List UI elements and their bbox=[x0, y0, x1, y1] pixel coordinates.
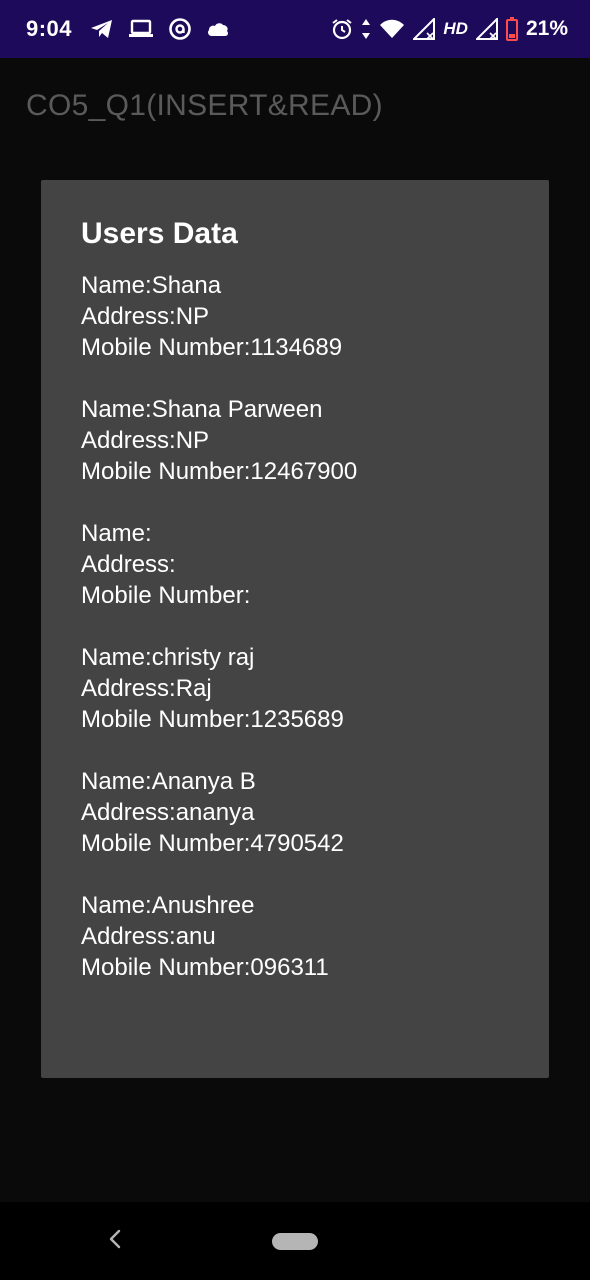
user-record: Name:Shana Address:NP Mobile Number:1134… bbox=[81, 270, 509, 363]
wifi-icon bbox=[379, 19, 405, 39]
cloud-icon bbox=[206, 20, 230, 38]
telegram-icon bbox=[90, 18, 114, 40]
record-name: Name:christy raj bbox=[81, 644, 255, 671]
chevron-left-icon bbox=[108, 1229, 122, 1254]
record-address: Address:NP bbox=[81, 427, 210, 454]
user-record: Name: Address: Mobile Number: bbox=[81, 518, 509, 611]
record-address: Address:anu bbox=[81, 923, 216, 950]
record-mobile: Mobile Number:1134689 bbox=[81, 334, 343, 361]
record-address: Address:ananya bbox=[81, 799, 255, 826]
at-sign-icon bbox=[168, 17, 192, 41]
user-record: Name:Anushree Address:anu Mobile Number:… bbox=[81, 890, 509, 983]
status-bar: 9:04 HD 21% bbox=[0, 0, 590, 58]
card-title: Users Data bbox=[81, 217, 238, 250]
home-pill-icon[interactable] bbox=[272, 1233, 318, 1250]
alarm-icon bbox=[331, 18, 353, 40]
record-mobile: Mobile Number: bbox=[81, 582, 251, 609]
record-name: Name:Shana Parween bbox=[81, 396, 323, 423]
battery-icon bbox=[505, 17, 518, 41]
record-name: Name:Anushree bbox=[81, 892, 255, 919]
status-time: 9:04 bbox=[26, 16, 73, 41]
record-mobile: Mobile Number:1235689 bbox=[81, 706, 344, 733]
record-name: Name:Ananya B bbox=[81, 768, 256, 795]
record-name: Name:Shana bbox=[81, 272, 222, 299]
record-name: Name: bbox=[81, 520, 152, 547]
network-type-label: HD bbox=[443, 19, 468, 38]
record-mobile: Mobile Number:12467900 bbox=[81, 458, 358, 485]
data-arrows-icon bbox=[361, 18, 371, 40]
record-address: Address:Raj bbox=[81, 675, 212, 702]
signal-icon bbox=[475, 18, 498, 40]
record-mobile: Mobile Number:096311 bbox=[81, 954, 329, 981]
battery-percentage: 21% bbox=[525, 17, 568, 40]
user-record: Name:Ananya B Address:ananya Mobile Numb… bbox=[81, 766, 509, 859]
users-data-card: Users Data Name:Shana Address:NP Mobile … bbox=[41, 180, 549, 1078]
signal-icon bbox=[413, 18, 436, 40]
system-nav-bar bbox=[0, 1202, 590, 1280]
record-address: Address:NP bbox=[81, 303, 210, 330]
app-bar: CO5_Q1(INSERT&READ) bbox=[0, 58, 590, 154]
laptop-icon bbox=[128, 19, 154, 39]
user-record: Name:christy raj Address:Raj Mobile Numb… bbox=[81, 642, 509, 735]
app-title: CO5_Q1(INSERT&READ) bbox=[26, 89, 383, 122]
record-mobile: Mobile Number:4790542 bbox=[81, 830, 344, 857]
back-button[interactable] bbox=[100, 1226, 130, 1256]
status-left-icons bbox=[90, 17, 230, 41]
status-right-icons: HD 21% bbox=[331, 17, 568, 41]
record-address: Address: bbox=[81, 551, 176, 578]
user-record: Name:Shana Parween Address:NP Mobile Num… bbox=[81, 394, 509, 487]
